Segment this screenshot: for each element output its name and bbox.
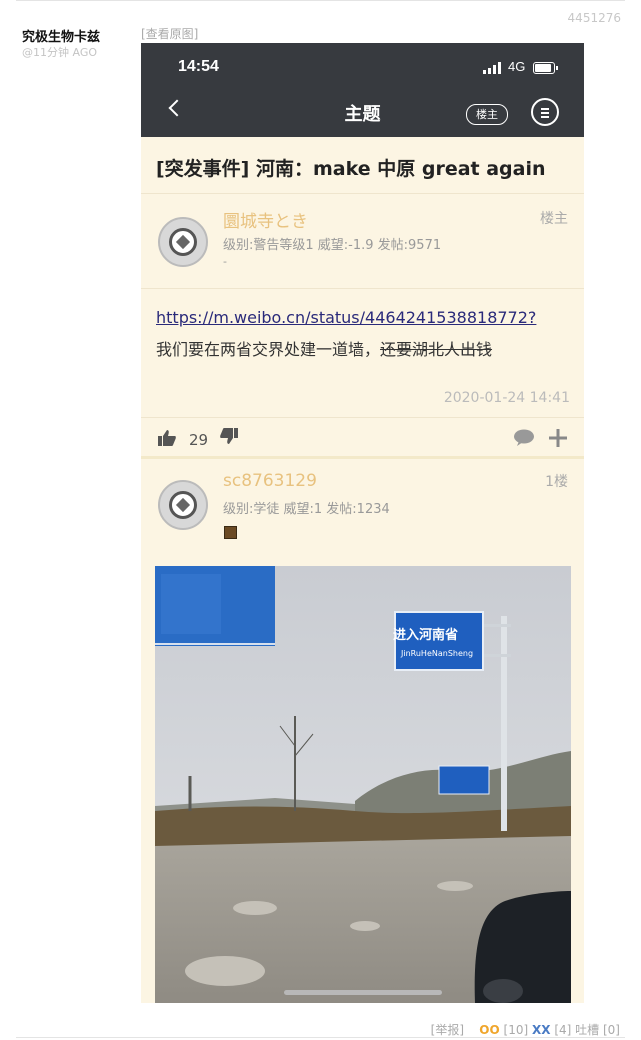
post-time: @11分钟 AGO: [22, 46, 98, 59]
nav-title: 主题: [344, 104, 381, 125]
embedded-screenshot: 14:54 4G 主题 楼主 [突发事件] 河南：make 中原 great a…: [141, 43, 584, 1003]
road-sign-text: 进入河南省: [393, 628, 459, 643]
battery-icon: [533, 62, 558, 74]
divider: [141, 193, 584, 194]
report-link[interactable]: [举报]: [431, 1023, 464, 1037]
divider: [141, 288, 584, 289]
user-meta: 级别:警告等级1 威望:-1.9 发帖:9571: [223, 238, 442, 253]
network-type: 4G: [508, 59, 526, 74]
like-count: 29: [189, 431, 209, 449]
username[interactable]: sc8763129: [223, 471, 317, 491]
author-name[interactable]: 究极生物卡兹: [22, 26, 100, 45]
thumbs-down-icon[interactable]: [220, 428, 238, 444]
user-meta: 级别:学徒 威望:1 发帖:1234: [223, 502, 390, 517]
weibo-link[interactable]: https://m.weibo.cn/status/44642415388187…: [156, 308, 536, 327]
floor-label: 1楼: [545, 474, 568, 490]
post-body-text: 我们要在两省交界处建一道墙，: [156, 340, 381, 359]
post-id[interactable]: 4451276: [568, 11, 621, 25]
xx-vote-button[interactable]: XX: [532, 1023, 551, 1037]
post-body-strike: 还要湖北人出钱: [380, 340, 493, 359]
owner-only-button[interactable]: 楼主: [466, 104, 508, 125]
divider: [141, 417, 584, 418]
post-body: 我们要在两省交界处建一道墙，还要湖北人出钱: [156, 336, 492, 360]
tucao-link[interactable]: 吐槽 [0]: [575, 1023, 620, 1037]
app-header: 14:54 4G 主题 楼主: [141, 43, 584, 137]
view-original-link[interactable]: [查看原图]: [141, 25, 198, 42]
oo-vote-button[interactable]: OO: [479, 1023, 499, 1037]
status-time: 14:54: [178, 58, 219, 75]
floor-label: 楼主: [540, 211, 568, 227]
signal-icon: [483, 62, 503, 74]
xx-count: [4]: [554, 1023, 572, 1037]
post-photo[interactable]: [155, 566, 571, 1003]
road-photo-illustration: [155, 566, 571, 1003]
user-meta-extra: -: [223, 255, 227, 268]
thread-title: [突发事件] 河南：make 中原 great again: [156, 158, 546, 180]
plus-icon[interactable]: [548, 428, 568, 448]
road-sign-pinyin: JinRuHeNanSheng: [401, 649, 474, 658]
avatar[interactable]: [158, 480, 208, 530]
top-divider: [16, 0, 625, 1]
post-actions: [举报] OO [10] XX [4] 吐槽 [0]: [431, 1021, 620, 1038]
bottom-divider: [16, 1037, 625, 1038]
post-date: 2020-01-24 14:41: [443, 390, 570, 406]
home-indicator: [284, 990, 442, 995]
oo-count: [10]: [503, 1023, 529, 1037]
comment-icon[interactable]: [513, 429, 535, 446]
user-badge: [224, 526, 237, 539]
divider: [141, 456, 584, 459]
menu-icon[interactable]: [531, 98, 559, 126]
username[interactable]: 圜城寺とき: [223, 207, 308, 232]
avatar[interactable]: [158, 217, 208, 267]
thumbs-up-icon[interactable]: [158, 430, 176, 446]
